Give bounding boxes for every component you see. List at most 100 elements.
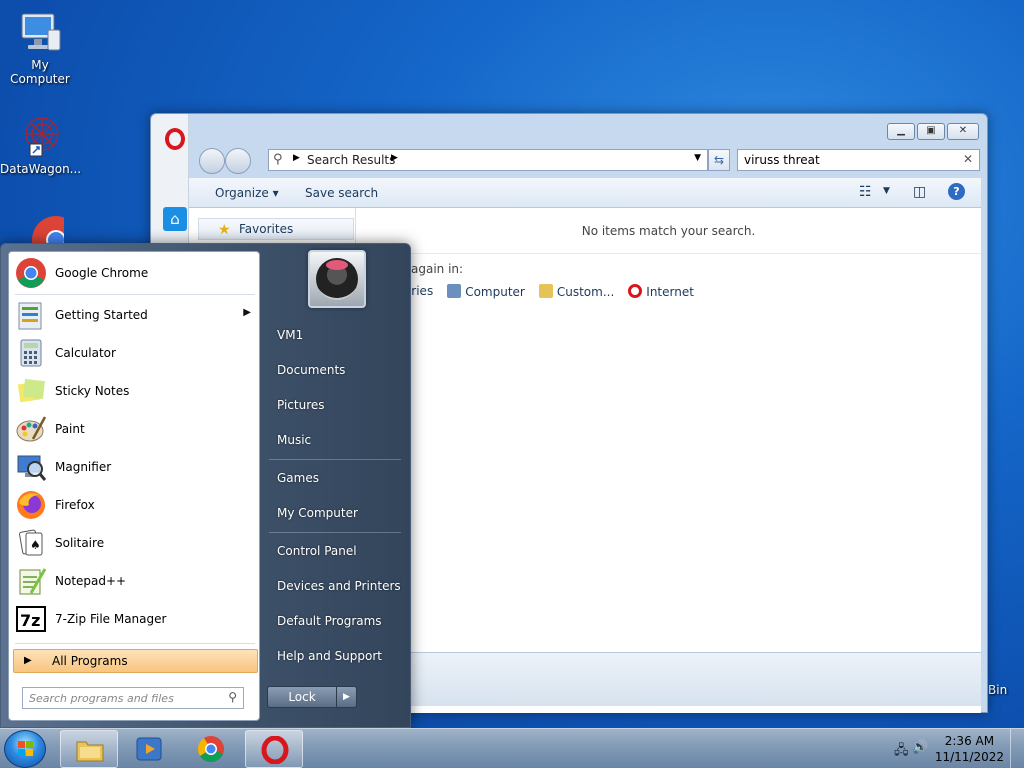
program-google-chrome[interactable]: Google Chrome [13, 255, 257, 291]
right-item-my-computer[interactable]: My Computer [265, 498, 405, 528]
right-item-vm1[interactable]: VM1 [265, 320, 405, 350]
network-icon[interactable]: 🖧 [894, 741, 909, 763]
system-tray: 🖧 🔊 2:36 AM 11/11/2022 [884, 729, 1024, 768]
program-notepadpp[interactable]: Notepad++ [13, 563, 257, 599]
sticky-notes-icon [17, 379, 45, 403]
program-paint[interactable]: Paint [13, 411, 257, 447]
clock-time: 2:36 AM [944, 734, 995, 748]
program-getting-started[interactable]: Getting Started ▶ [13, 297, 257, 333]
search-again-internet[interactable]: Internet [628, 284, 694, 299]
taskbar: 🖧 🔊 2:36 AM 11/11/2022 [0, 728, 1024, 768]
magnifier-icon [17, 455, 47, 481]
show-desktop-button[interactable] [1010, 729, 1024, 768]
taskbar-opera[interactable] [245, 730, 303, 768]
program-magnifier[interactable]: Magnifier [13, 449, 257, 485]
minimize-button[interactable]: ▁ [887, 123, 915, 140]
program-solitaire[interactable]: ♠ Solitaire [13, 525, 257, 561]
start-menu-programs-pane: Google Chrome Getting Started ▶ Calculat… [8, 251, 260, 721]
notepadpp-icon [19, 568, 47, 595]
right-item-documents[interactable]: Documents [265, 355, 405, 385]
divider [15, 643, 255, 644]
right-item-pictures[interactable]: Pictures [265, 390, 405, 420]
search-icon[interactable]: ⚲ [228, 690, 237, 704]
paint-icon [16, 416, 47, 442]
program-firefox[interactable]: Firefox [13, 487, 257, 523]
right-item-help-support[interactable]: Help and Support [265, 641, 405, 671]
folder-icon [76, 741, 104, 762]
back-button[interactable] [199, 148, 225, 174]
search-folder-icon: ⚲ [273, 152, 283, 167]
start-search-input[interactable]: Search programs and files ⚲ [22, 687, 244, 709]
datawagon-icon [16, 112, 64, 160]
solitaire-icon: ♠ [19, 529, 43, 556]
search-again-list: raries Computer Custom... Internet [399, 284, 694, 299]
star-icon: ★ [218, 222, 231, 238]
breadcrumb-arrow-icon: ▶ [293, 153, 300, 163]
shutdown-options-icon[interactable]: ▶ [336, 687, 356, 707]
right-item-control-panel[interactable]: Control Panel [265, 536, 405, 566]
search-again-computer[interactable]: Computer [447, 284, 525, 299]
divider [269, 459, 401, 460]
desktop-icon-datawagon[interactable]: DataWagon... [0, 112, 82, 176]
search-query: viruss threat [744, 153, 820, 167]
preview-pane-icon[interactable]: ◫ [913, 184, 926, 200]
start-button[interactable] [4, 730, 46, 768]
volume-icon[interactable]: 🔊 [912, 740, 928, 755]
address-bar[interactable]: ⚲ ▶ Search Results ▶ ▼ [268, 149, 708, 171]
window-controls: ▁ ▣ ✕ [887, 123, 979, 140]
opera-icon [261, 736, 289, 764]
desktop-icon-recycle-bin[interactable]: Bin [988, 683, 1007, 697]
desktop-icon-label: DataWagon... [0, 162, 82, 176]
breadcrumb-arrow-icon[interactable]: ▶ [391, 153, 398, 163]
computer-icon [447, 284, 462, 298]
taskbar-chrome[interactable] [182, 730, 240, 768]
clock-date: 11/11/2022 [934, 750, 1004, 764]
7zip-icon: 7z [16, 606, 46, 632]
record-label-icon [326, 260, 348, 270]
submenu-arrow-icon: ▶ [243, 307, 251, 318]
search-again-custom[interactable]: Custom... [538, 284, 614, 299]
program-7zip[interactable]: 7z 7-Zip File Manager [13, 601, 257, 637]
home-icon[interactable]: ⌂ [163, 207, 187, 231]
organize-button[interactable]: Organize ▾ [215, 186, 279, 200]
chrome-icon [16, 258, 46, 288]
clock[interactable]: 2:36 AM 11/11/2022 [935, 733, 1004, 765]
all-programs-button[interactable]: ▶ All Programs [13, 649, 258, 673]
back-forward-group [199, 147, 259, 174]
taskbar-explorer[interactable] [60, 730, 118, 768]
address-dropdown-icon[interactable]: ▼ [694, 153, 701, 163]
start-menu: Google Chrome Getting Started ▶ Calculat… [0, 243, 411, 728]
right-item-music[interactable]: Music [265, 425, 405, 455]
opera-icon[interactable] [165, 128, 185, 150]
computer-icon [16, 8, 64, 56]
svg-text:7z: 7z [20, 611, 40, 630]
getting-started-icon [18, 302, 42, 330]
view-options-icon[interactable]: ☷ [859, 184, 872, 200]
view-dropdown-icon[interactable]: ▼ [883, 186, 890, 196]
right-item-default-programs[interactable]: Default Programs [265, 606, 405, 636]
search-input[interactable]: viruss threat ✕ [737, 149, 980, 171]
maximize-button[interactable]: ▣ [917, 123, 945, 140]
refresh-button[interactable]: ⇆ [708, 149, 730, 171]
favorites-item[interactable]: ★ Favorites [198, 218, 354, 240]
right-item-devices-printers[interactable]: Devices and Printers [265, 571, 405, 601]
chrome-icon [197, 736, 224, 763]
clear-search-icon[interactable]: ✕ [963, 152, 973, 166]
close-button[interactable]: ✕ [947, 123, 979, 140]
firefox-icon [17, 491, 45, 519]
help-icon[interactable]: ? [948, 183, 965, 200]
save-search-button[interactable]: Save search [305, 186, 378, 200]
command-bar: Organize ▾ Save search ☷ ▼ ◫ ? [189, 178, 981, 208]
forward-button[interactable] [225, 148, 251, 174]
program-sticky-notes[interactable]: Sticky Notes [13, 373, 257, 409]
lock-button[interactable]: Lock ▶ [267, 686, 357, 708]
right-item-games[interactable]: Games [265, 463, 405, 493]
program-calculator[interactable]: Calculator [13, 335, 257, 371]
calculator-icon [20, 339, 42, 367]
taskbar-media-player[interactable] [120, 730, 178, 768]
svg-text:♠: ♠ [30, 538, 41, 552]
user-picture[interactable] [308, 250, 366, 308]
no-items-message: No items match your search. [356, 208, 981, 254]
search-again-label: again in: [411, 262, 464, 276]
desktop-icon-my-computer[interactable]: My Computer [0, 8, 80, 86]
